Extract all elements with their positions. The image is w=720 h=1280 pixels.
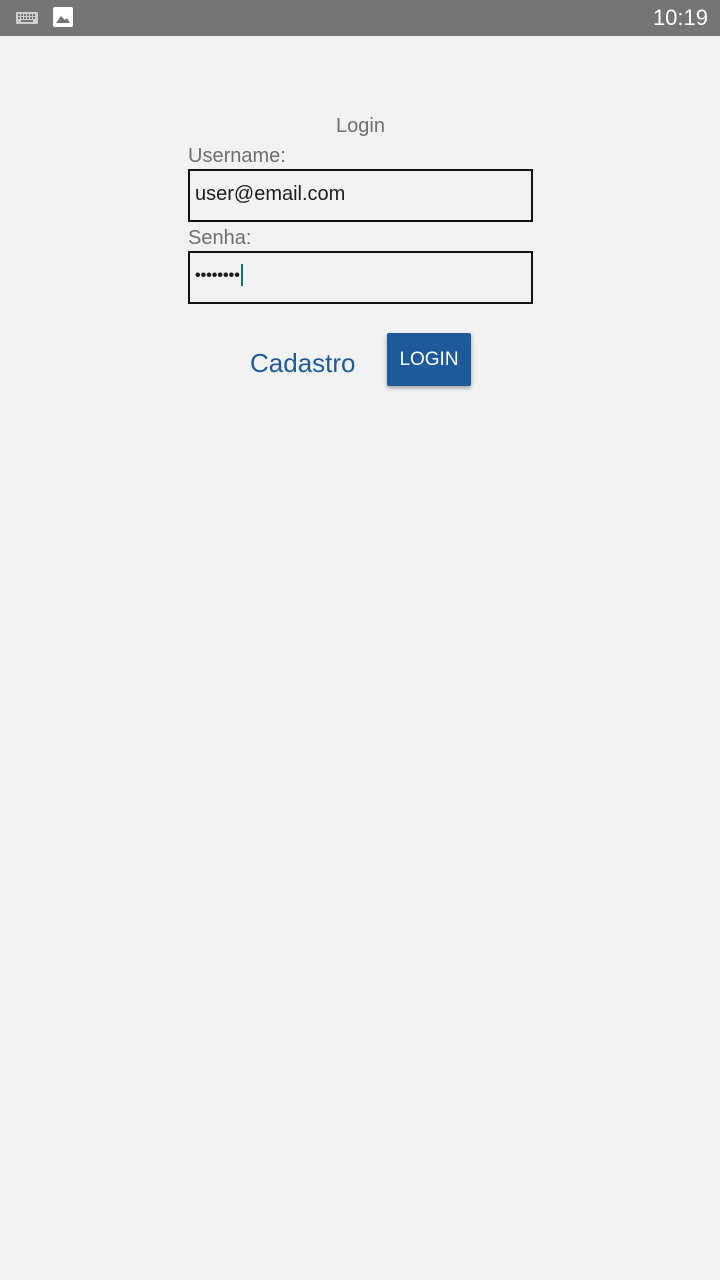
status-bar: 10:19	[0, 0, 720, 36]
username-value: user@email.com	[195, 183, 346, 205]
form-title: Login	[336, 115, 385, 137]
username-label: Username:	[188, 145, 286, 167]
password-value: ••••••••	[195, 253, 243, 302]
login-button[interactable]: LOGIN	[387, 333, 471, 386]
username-input[interactable]: user@email.com	[188, 169, 533, 222]
text-cursor	[240, 263, 243, 286]
register-link[interactable]: Cadastro	[250, 346, 356, 380]
password-input[interactable]: ••••••••	[188, 251, 533, 304]
image-icon	[53, 7, 73, 27]
keyboard-icon	[16, 12, 38, 24]
status-time: 10:19	[652, 5, 708, 30]
password-dots: ••••••••	[195, 267, 240, 284]
password-label: Senha:	[188, 227, 252, 249]
